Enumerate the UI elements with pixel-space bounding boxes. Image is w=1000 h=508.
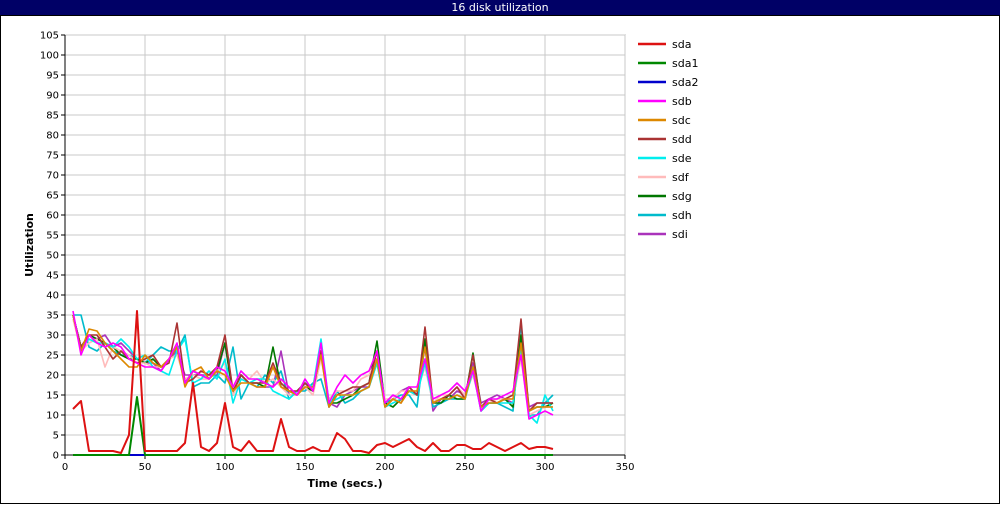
y-tick-label: 0 (53, 451, 59, 462)
y-tick-label: 20 (46, 371, 59, 382)
x-tick-label: 200 (375, 462, 394, 473)
y-tick-label: 15 (46, 391, 59, 402)
y-tick-label: 5 (53, 431, 59, 442)
legend-label-sda1: sda1 (672, 57, 698, 70)
y-tick-label: 85 (46, 111, 59, 122)
legend-label-sdf: sdf (672, 171, 690, 184)
y-tick-label: 40 (46, 291, 59, 302)
y-tick-label: 80 (46, 131, 59, 142)
legend-label-sdh: sdh (672, 209, 692, 222)
y-tick-label: 95 (46, 71, 59, 82)
y-tick-label: 105 (40, 31, 59, 42)
x-axis-label: Time (secs.) (307, 477, 382, 490)
x-tick-label: 350 (615, 462, 634, 473)
y-tick-label: 35 (46, 311, 59, 322)
legend-label-sdb: sdb (672, 95, 692, 108)
x-tick-label: 50 (139, 462, 152, 473)
x-tick-label: 100 (215, 462, 234, 473)
legend-label-sde: sde (672, 152, 692, 165)
y-tick-label: 100 (40, 51, 59, 62)
y-tick-label: 45 (46, 271, 59, 282)
x-tick-label: 0 (62, 462, 68, 473)
legend-label-sda: sda (672, 38, 691, 51)
y-tick-label: 60 (46, 211, 59, 222)
y-tick-label: 55 (46, 231, 59, 242)
legend-label-sdd: sdd (672, 133, 692, 146)
y-tick-label: 25 (46, 351, 59, 362)
y-tick-label: 90 (46, 91, 59, 102)
y-tick-label: 10 (46, 411, 59, 422)
utilization-chart: 0 50 100 150 200 250 300 350 0 5 10 15 20 25 30 35 40 45… (0, 15, 1000, 504)
y-tick-label: 65 (46, 191, 59, 202)
x-tick-label: 250 (455, 462, 474, 473)
chart-title: 16 disk utilization (0, 0, 1000, 15)
x-tick-label: 300 (535, 462, 554, 473)
y-tick-label: 50 (46, 251, 59, 262)
plot-area (64, 34, 626, 456)
chart-area: 0 50 100 150 200 250 300 350 0 5 10 15 20 25 30 35 40 45… (0, 15, 1000, 504)
legend-label-sda2: sda2 (672, 76, 698, 89)
y-axis-label: Utilization (23, 213, 36, 277)
legend-label-sdi: sdi (672, 228, 688, 241)
y-tick-label: 30 (46, 331, 59, 342)
y-tick-label: 75 (46, 151, 59, 162)
legend-label-sdc: sdc (672, 114, 691, 127)
x-tick-label: 150 (295, 462, 314, 473)
y-tick-label: 70 (46, 171, 59, 182)
legend-label-sdg: sdg (672, 190, 692, 203)
chart-window: 16 disk utilization 0 50 100 150 200 250 300 35… (0, 0, 1000, 504)
